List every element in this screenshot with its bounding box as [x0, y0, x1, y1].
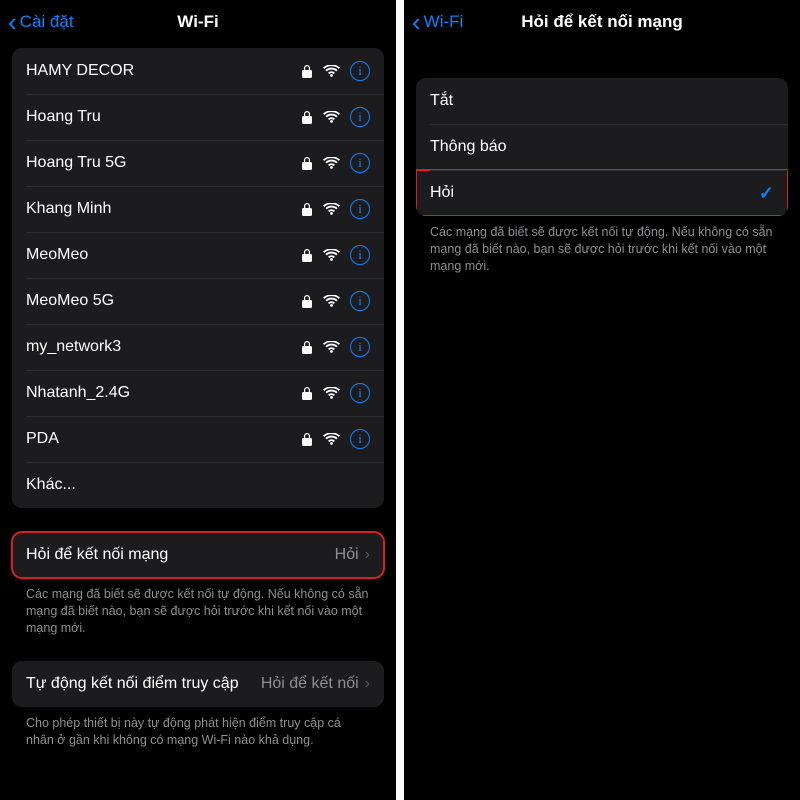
info-icon[interactable]: i	[350, 199, 370, 219]
option-label: Hỏi	[430, 184, 759, 202]
info-icon[interactable]: i	[350, 291, 370, 311]
network-row[interactable]: Khang Minh i	[12, 186, 384, 232]
option-label: Thông báo	[430, 138, 774, 156]
ask-to-join-row[interactable]: Hỏi để kết nối mạng Hỏi ›	[12, 532, 384, 578]
info-icon[interactable]: i	[350, 153, 370, 173]
nav-bar: ‹ Cài đặt Wi-Fi	[0, 0, 396, 44]
wifi-icon	[323, 387, 340, 400]
info-icon[interactable]: i	[350, 429, 370, 449]
wifi-icon	[323, 295, 340, 308]
ask-join-detail-screen: ‹ Wi-Fi Hỏi để kết nối mạng Tắt Thông báo…	[404, 0, 800, 800]
network-row[interactable]: PDA i	[12, 416, 384, 462]
network-name: Hoang Tru 5G	[26, 154, 301, 172]
network-icons: i	[301, 199, 370, 219]
back-label: Cài đặt	[20, 12, 74, 32]
wifi-icon	[323, 203, 340, 216]
network-row[interactable]: HAMY DECOR i	[12, 48, 384, 94]
network-icons: i	[301, 383, 370, 403]
network-name: MeoMeo	[26, 246, 301, 264]
ask-join-footer: Các mạng đã biết sẽ được kết nối tự động…	[12, 578, 384, 637]
chevron-right-icon: ›	[365, 675, 370, 693]
option-row[interactable]: Hỏi✓	[416, 170, 788, 216]
network-row[interactable]: Hoang Tru 5G i	[12, 140, 384, 186]
other-label: Khác...	[26, 476, 370, 494]
auto-hotspot-row[interactable]: Tự động kết nối điểm truy cập Hỏi để kết…	[12, 661, 384, 707]
network-name: Hoang Tru	[26, 108, 301, 126]
page-title: Hỏi để kết nối mạng	[521, 12, 683, 32]
auto-hotspot-section: Tự động kết nối điểm truy cập Hỏi để kết…	[12, 661, 384, 749]
wifi-icon	[323, 111, 340, 124]
chevron-left-icon: ‹	[412, 9, 421, 35]
lock-icon	[301, 294, 313, 308]
nav-bar: ‹ Wi-Fi Hỏi để kết nối mạng	[404, 0, 800, 44]
network-icons: i	[301, 61, 370, 81]
network-name: HAMY DECOR	[26, 62, 301, 80]
lock-icon	[301, 248, 313, 262]
info-icon[interactable]: i	[350, 383, 370, 403]
page-title: Wi-Fi	[177, 12, 218, 32]
wifi-settings-screen: ‹ Cài đặt Wi-Fi HAMY DECORiHoang TruiHoa…	[0, 0, 396, 800]
network-icons: i	[301, 153, 370, 173]
network-row[interactable]: MeoMeo 5G i	[12, 278, 384, 324]
back-button[interactable]: ‹ Cài đặt	[8, 9, 74, 35]
wifi-icon	[323, 65, 340, 78]
options-list: Tắt Thông báo Hỏi✓	[416, 78, 788, 216]
network-row[interactable]: MeoMeo i	[12, 232, 384, 278]
ask-join-value: Hỏi	[335, 546, 359, 564]
auto-hotspot-footer: Cho phép thiết bị này tự động phát hiện …	[12, 707, 384, 749]
lock-icon	[301, 110, 313, 124]
network-name: my_network3	[26, 338, 301, 356]
ask-join-section: Hỏi để kết nối mạng Hỏi › Các mạng đã bi…	[12, 532, 384, 637]
network-list: HAMY DECORiHoang TruiHoang Tru 5GiKhang …	[12, 48, 384, 508]
chevron-left-icon: ‹	[8, 9, 17, 35]
back-label: Wi-Fi	[424, 12, 464, 32]
network-row[interactable]: Nhatanh_2.4G i	[12, 370, 384, 416]
lock-icon	[301, 340, 313, 354]
option-row[interactable]: Tắt	[416, 78, 788, 124]
lock-icon	[301, 432, 313, 446]
network-icons: i	[301, 337, 370, 357]
info-icon[interactable]: i	[350, 337, 370, 357]
info-icon[interactable]: i	[350, 107, 370, 127]
chevron-right-icon: ›	[365, 546, 370, 564]
lock-icon	[301, 386, 313, 400]
network-row[interactable]: my_network3 i	[12, 324, 384, 370]
checkmark-icon: ✓	[759, 183, 774, 204]
network-name: PDA	[26, 430, 301, 448]
option-row[interactable]: Thông báo	[416, 124, 788, 170]
network-name: Khang Minh	[26, 200, 301, 218]
options-footer: Các mạng đã biết sẽ được kết nối tự động…	[416, 216, 788, 275]
lock-icon	[301, 64, 313, 78]
lock-icon	[301, 202, 313, 216]
other-network-row[interactable]: Khác...	[12, 462, 384, 508]
option-label: Tắt	[430, 92, 774, 110]
info-icon[interactable]: i	[350, 245, 370, 265]
network-icons: i	[301, 429, 370, 449]
info-icon[interactable]: i	[350, 61, 370, 81]
network-icons: i	[301, 291, 370, 311]
network-name: Nhatanh_2.4G	[26, 384, 301, 402]
wifi-icon	[323, 341, 340, 354]
lock-icon	[301, 156, 313, 170]
network-icons: i	[301, 245, 370, 265]
wifi-icon	[323, 157, 340, 170]
auto-hotspot-value: Hỏi để kết nối	[261, 675, 359, 693]
network-row[interactable]: Hoang Tru i	[12, 94, 384, 140]
ask-join-label: Hỏi để kết nối mạng	[26, 546, 335, 564]
wifi-icon	[323, 433, 340, 446]
wifi-icon	[323, 249, 340, 262]
network-icons: i	[301, 107, 370, 127]
back-button[interactable]: ‹ Wi-Fi	[412, 9, 463, 35]
auto-hotspot-label: Tự động kết nối điểm truy cập	[26, 675, 261, 693]
network-name: MeoMeo 5G	[26, 292, 301, 310]
